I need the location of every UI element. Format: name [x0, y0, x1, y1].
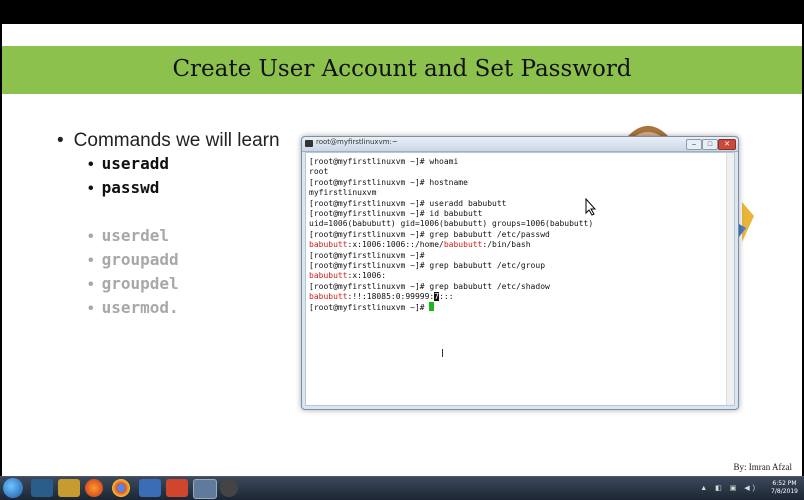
terminal-text: [root@myfirstlinuxvm ~]# grep babubutt /… [309, 281, 550, 291]
highlighted-username: babubutt [309, 240, 348, 250]
terminal-line: [root@myfirstlinuxvm ~]# hostname [309, 178, 593, 188]
title-banner: Create User Account and Set Password [2, 46, 802, 94]
clock-date: 7/8/2019 [771, 488, 798, 495]
bullet-dot: • [57, 130, 64, 151]
chrome-icon[interactable] [112, 479, 130, 497]
command-item: • useradd [88, 154, 170, 173]
highlighted-username: babubutt [309, 292, 348, 302]
terminal-line: [root@myfirstlinuxvm ~]# id babubutt [309, 209, 593, 219]
terminal-text: [root@myfirstlinuxvm ~]# whoami [309, 157, 459, 166]
command-item: • groupadd [88, 250, 179, 269]
close-button[interactable]: ✕ [718, 139, 736, 150]
terminal-window[interactable]: root@myfirstlinuxvm:~ – □ ✕ [root@myfirs… [301, 136, 739, 410]
terminal-line: uid=1006(babubutt) gid=1006(babubutt) gr… [309, 219, 593, 229]
clock-time: 6:52 PM [772, 480, 797, 487]
command-item: • userdel [88, 226, 170, 245]
terminal-titlebar[interactable]: root@myfirstlinuxvm:~ – □ ✕ [302, 137, 738, 152]
terminal-line: [root@myfirstlinuxvm ~]# grep babubutt /… [309, 282, 593, 292]
mouse-pointer-icon [585, 198, 597, 216]
terminal-text: :x:1006: [347, 271, 387, 281]
terminal-line: babubutt:x:1006:1006::/home/babubutt:/bi… [309, 240, 593, 250]
main-bullet-text: Commands we will learn [73, 130, 280, 151]
terminal-text: [root@myfirstlinuxvm ~]# id babubutt [309, 208, 483, 218]
terminal-text: ::: [439, 292, 454, 302]
command-item: • passwd [88, 178, 160, 197]
terminal-text: root [309, 167, 329, 177]
command-item: • groupdel [88, 274, 179, 293]
terminal-line: [root@myfirstlinuxvm ~]# grep babubutt /… [309, 261, 593, 271]
terminal-text: [root@myfirstlinuxvm ~]# hostname [309, 177, 468, 187]
terminal-text: [root@myfirstlinuxvm ~]# grep babubutt /… [309, 229, 550, 239]
system-tray-icons[interactable]: ▲ ◧ ▣ ◀) [700, 484, 758, 492]
highlighted-username: babubutt [309, 271, 348, 281]
terminal-text: :!!:18085:0:99999: [347, 292, 435, 302]
terminal-line: [root@myfirstlinuxvm ~]# whoami [309, 157, 593, 167]
minimize-button[interactable]: – [686, 139, 702, 150]
terminal-window-title: root@myfirstlinuxvm:~ [316, 138, 398, 146]
terminal-line: babubutt:!!:18085:0:99999:7::: [309, 292, 593, 302]
terminal-icon[interactable] [220, 479, 238, 497]
taskbar: ▲ ◧ ▣ ◀) 6:52 PM 7/8/2019 [0, 476, 804, 500]
terminal-text: uid=1006(babubutt) gid=1006(babubutt) gr… [309, 219, 594, 229]
maximize-button[interactable]: □ [702, 139, 718, 150]
slide-title: Create User Account and Set Password [172, 56, 632, 82]
terminal-line: babubutt:x:1006: [309, 271, 593, 281]
firefox-icon[interactable] [85, 479, 103, 497]
terminal-line: [root@myfirstlinuxvm ~]# useradd babubut… [309, 199, 593, 209]
start-button[interactable] [3, 478, 23, 498]
terminal-line: myfirstlinuxvm [309, 188, 593, 198]
terminal-text: myfirstlinuxvm [309, 188, 377, 198]
terminal-line: [root@myfirstlinuxvm ~]# [309, 251, 593, 261]
terminal-text: :/bin/bash [482, 240, 531, 250]
terminal-scrollbar[interactable] [726, 153, 734, 405]
terminal-cursor [429, 302, 435, 312]
text-cursor-icon [442, 349, 443, 357]
terminal-line: root [309, 167, 593, 177]
powerpoint-icon[interactable] [166, 479, 188, 497]
terminal-text: [root@myfirstlinuxvm ~]# useradd babubut… [309, 198, 507, 208]
terminal-text: [root@myfirstlinuxvm ~]# [309, 303, 430, 313]
putty-icon[interactable] [193, 479, 217, 499]
file-manager-icon[interactable] [58, 479, 80, 497]
terminal-text: [root@myfirstlinuxvm ~]# [309, 250, 425, 260]
terminal-output[interactable]: [root@myfirstlinuxvm ~]# whoami root [root… [305, 152, 735, 406]
author-credit: By: Imran Afzal [733, 462, 792, 472]
terminal-line: [root@myfirstlinuxvm ~]# grep babubutt /… [309, 230, 593, 240]
terminal-text: [root@myfirstlinuxvm ~]# grep babubutt /… [309, 260, 546, 270]
clock[interactable]: 6:52 PM 7/8/2019 [771, 480, 798, 496]
terminal-lines: [root@myfirstlinuxvm ~]# whoami root [root… [309, 157, 593, 313]
virtualbox-icon[interactable] [139, 479, 161, 497]
main-bullet: • Commands we will learn [57, 130, 280, 152]
terminal-line: [root@myfirstlinuxvm ~]# [309, 302, 593, 312]
command-item: • usermod. [88, 298, 179, 317]
terminal-text: :x:1006:1006::/home/ [347, 240, 444, 250]
putty-icon [305, 140, 313, 147]
windows-explorer-icon[interactable] [31, 479, 53, 497]
highlighted-username: babubutt [443, 240, 483, 250]
